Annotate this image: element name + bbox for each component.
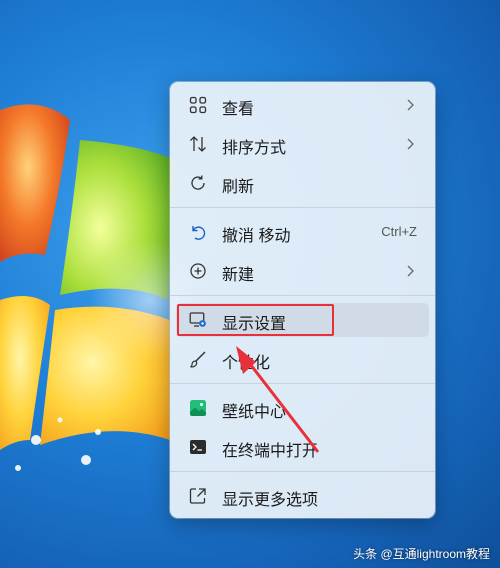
- menu-item-personalize[interactable]: 个性化: [176, 342, 429, 376]
- menu-item-label: 排序方式: [222, 140, 287, 157]
- menu-separator: [170, 471, 435, 472]
- menu-item-wallpaper-center[interactable]: 壁纸中心: [176, 391, 429, 425]
- menu-item-label: 个性化: [222, 355, 271, 372]
- brush-icon: [190, 351, 206, 368]
- menu-item-label: 显示更多选项: [222, 492, 319, 509]
- sort-icon: [190, 136, 206, 152]
- shortcut-text: Ctrl+Z: [381, 224, 417, 239]
- undo-icon: [192, 226, 206, 240]
- menu-item-new[interactable]: 新建: [176, 254, 429, 288]
- menu-item-sort-by[interactable]: 排序方式: [176, 127, 429, 161]
- menu-separator: [170, 295, 435, 296]
- menu-item-undo-move[interactable]: 撤消 移动 Ctrl+Z: [176, 215, 429, 249]
- context-menu: 查看 排序方式 刷新 撤消 移动 Ctrl+Z 新建 显示设置 个性化 壁纸中心…: [170, 82, 435, 518]
- menu-item-label: 撤消 移动: [222, 228, 291, 245]
- more-options-icon: [189, 488, 206, 504]
- menu-item-label: 新建: [222, 267, 255, 284]
- menu-item-view[interactable]: 查看: [176, 88, 429, 122]
- menu-item-label: 在终端中打开: [222, 443, 319, 460]
- chevron-right-icon: [407, 138, 414, 150]
- menu-item-show-more-options[interactable]: 显示更多选项: [176, 479, 429, 513]
- menu-separator: [170, 207, 435, 208]
- menu-separator: [170, 383, 435, 384]
- grid-icon: [189, 96, 207, 114]
- menu-item-label: 查看: [222, 101, 255, 118]
- new-icon: [190, 263, 206, 279]
- menu-item-label: 刷新: [222, 179, 255, 196]
- terminal-icon: [190, 440, 206, 454]
- chevron-right-icon: [407, 99, 414, 111]
- chevron-right-icon: [407, 265, 414, 277]
- menu-item-refresh[interactable]: 刷新: [176, 166, 429, 200]
- watermark-text: 头条 @互通lightroom教程: [353, 547, 490, 561]
- highlight-box: [177, 304, 334, 336]
- menu-item-label: 壁纸中心: [222, 404, 287, 421]
- menu-item-open-in-terminal[interactable]: 在终端中打开: [176, 430, 429, 464]
- wallpaper-icon: [190, 400, 206, 416]
- refresh-icon: [191, 175, 205, 190]
